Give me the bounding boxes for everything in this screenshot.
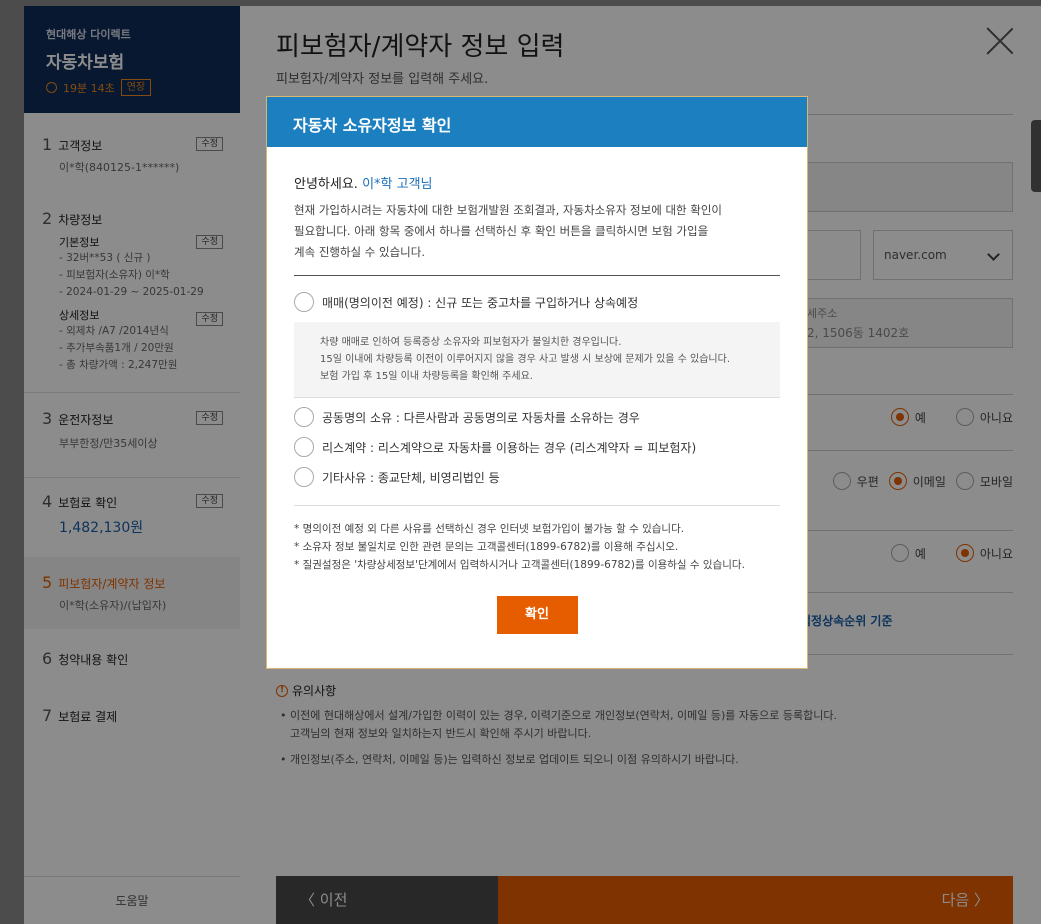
- greeting-text: 안녕하세요.: [294, 177, 358, 192]
- option-label: 리스계약 : 리스계약으로 자동차를 이용하는 경우 (리스계약자 = 피보험자…: [322, 440, 697, 455]
- option-joint-ownership[interactable]: 공동명의 소유 : 다른사람과 공동명의로 자동차를 소유하는 경우: [294, 407, 780, 427]
- intro-line: 계속 진행하실 수 있습니다.: [294, 245, 426, 259]
- note-line: * 소유자 정보 불일치로 인한 관련 문의는 고객콜센터(1899-6782)…: [294, 541, 679, 553]
- option-label: 매매(명의이전 예정) : 신규 또는 중고차를 구입하거나 상속예정: [322, 295, 639, 310]
- intro-line: 필요합니다. 아래 항목 중에서 하나를 선택하신 후 확인 버튼을 클릭하시면…: [294, 224, 709, 238]
- option-lease[interactable]: 리스계약 : 리스계약으로 자동차를 이용하는 경우 (리스계약자 = 피보험자…: [294, 437, 780, 457]
- modal-title: 자동차 소유자정보 확인: [267, 97, 807, 147]
- radio-circle: [294, 437, 314, 457]
- info-line: 15일 이내에 차량등록 이전이 이루어지지 않을 경우 사고 발생 시 보상에…: [320, 354, 731, 365]
- radio-circle: [294, 407, 314, 427]
- divider: [294, 505, 780, 506]
- intro-text: 현재 가입하시려는 자동차에 대한 보험개발원 조회결과, 자동차소유자 정보에…: [294, 200, 780, 263]
- option-other[interactable]: 기타사유 : 종교단체, 비영리법인 등: [294, 467, 780, 487]
- intro-line: 현재 가입하시려는 자동차에 대한 보험개발원 조회결과, 자동차소유자 정보에…: [294, 203, 723, 217]
- note-line: * 명의이전 예정 외 다른 사유를 선택하신 경우 인터넷 보험가입이 불가능…: [294, 523, 685, 535]
- note-line: * 질권설정은 '차량상세정보'단계에서 입력하시거나 고객콜센터(1899-6…: [294, 559, 745, 571]
- greeting: 안녕하세요. 이*학 고객님: [294, 173, 780, 192]
- info-line: 보험 가입 후 15일 이내 차량등록을 확인해 주세요.: [320, 371, 533, 382]
- divider: [294, 275, 780, 276]
- radio-circle: [294, 467, 314, 487]
- owner-info-modal: 자동차 소유자정보 확인 안녕하세요. 이*학 고객님 현재 가입하시려는 자동…: [266, 96, 808, 669]
- info-line: 차량 매매로 인하여 등록증상 소유자와 피보험자가 불일치한 경우입니다.: [320, 337, 622, 348]
- confirm-button[interactable]: 확인: [496, 596, 578, 634]
- option-label: 기타사유 : 종교단체, 비영리법인 등: [322, 470, 500, 485]
- radio-circle: [294, 292, 314, 312]
- option-label: 공동명의 소유 : 다른사람과 공동명의로 자동차를 소유하는 경우: [322, 410, 640, 425]
- notes: * 명의이전 예정 외 다른 사유를 선택하신 경우 인터넷 보험가입이 불가능…: [294, 520, 780, 574]
- option-info-box: 차량 매매로 인하여 등록증상 소유자와 피보험자가 불일치한 경우입니다. 1…: [294, 322, 780, 397]
- option-transfer[interactable]: 매매(명의이전 예정) : 신규 또는 중고차를 구입하거나 상속예정: [294, 292, 780, 312]
- divider: [294, 397, 780, 398]
- customer-name: 이*학 고객님: [362, 177, 433, 192]
